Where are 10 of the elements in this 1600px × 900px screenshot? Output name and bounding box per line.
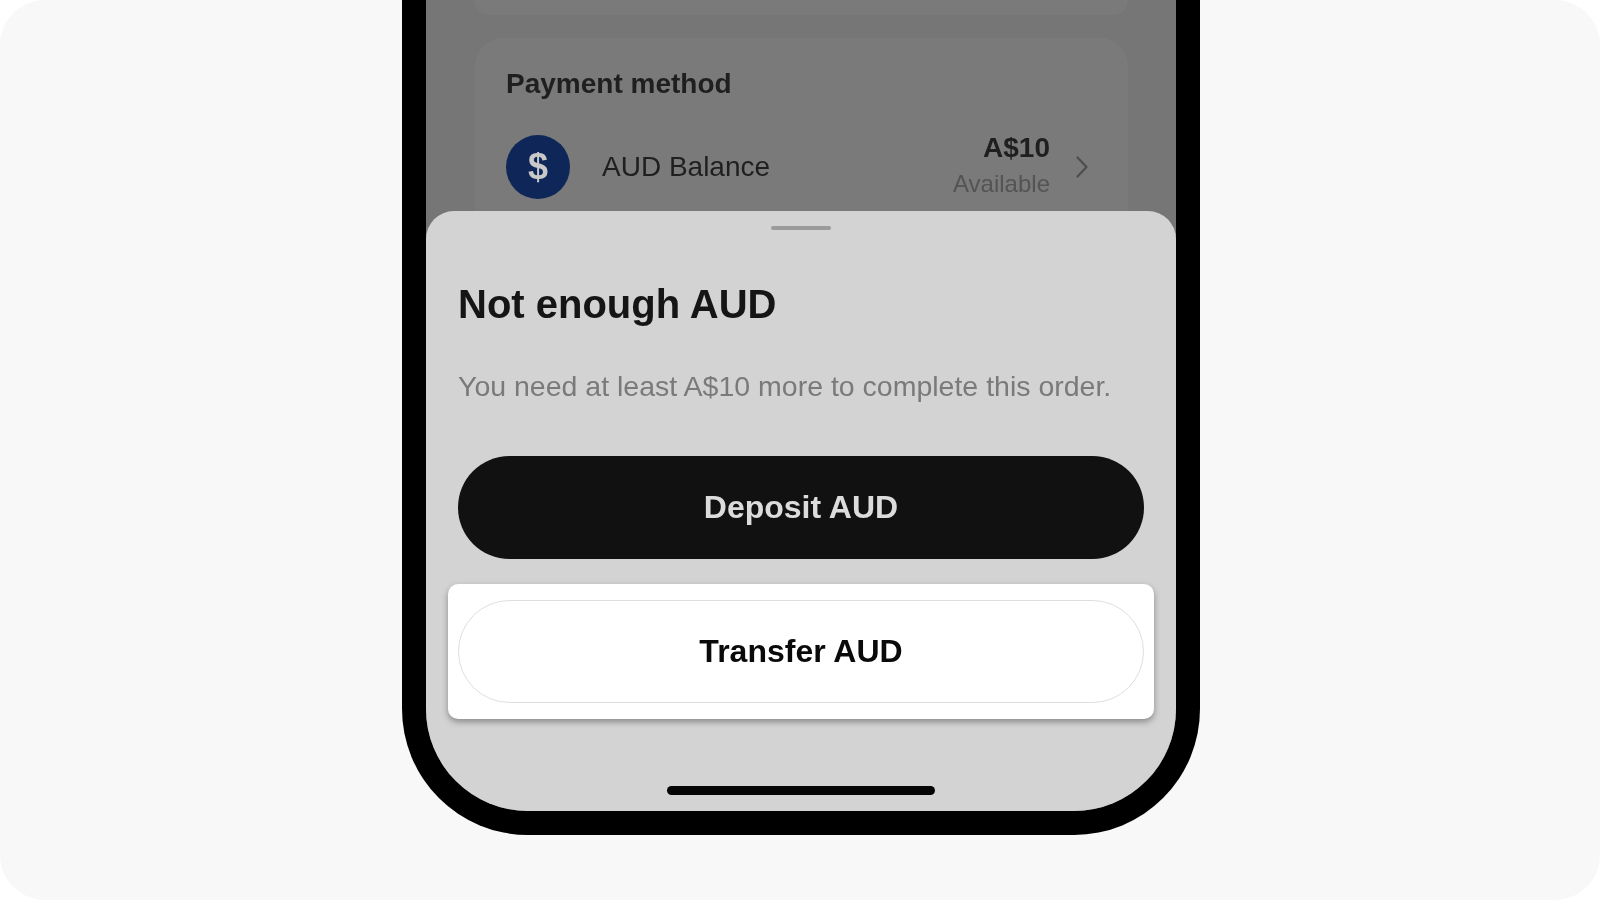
dollar-icon: $	[506, 135, 570, 199]
balance-amount: A$10	[983, 131, 1050, 164]
sheet-title: Not enough AUD	[458, 281, 778, 328]
secondary-button[interactable]: Transfer AUD	[458, 600, 1144, 703]
chevron-right-icon	[1076, 156, 1088, 178]
primary-button[interactable]: Deposit AUD	[458, 456, 1144, 559]
sheet-message: You need at least A$10 more to complete this order.	[458, 370, 1113, 402]
drag-handle[interactable]	[771, 226, 831, 230]
payment-option-label[interactable]: AUD Balance	[602, 150, 954, 184]
section-title: Payment method	[506, 67, 733, 101]
